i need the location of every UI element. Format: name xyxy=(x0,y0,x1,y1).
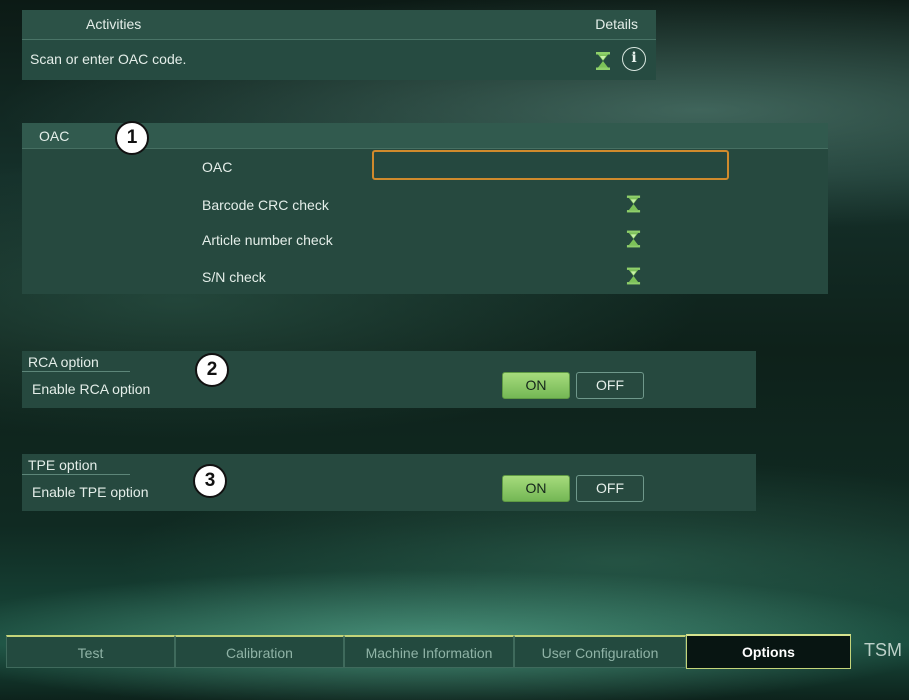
activity-row: Scan or enter OAC code. i xyxy=(22,40,656,80)
rca-option-title: RCA option xyxy=(28,354,99,370)
rca-toggle: ON OFF xyxy=(502,372,646,399)
enable-rca-option-label: Enable RCA option xyxy=(32,381,151,397)
oac-label: OAC xyxy=(202,159,233,175)
activities-column-header: Activities xyxy=(86,16,142,32)
rca-off-button[interactable]: OFF xyxy=(576,372,644,399)
tab-machine-information[interactable]: Machine Information xyxy=(344,635,514,668)
activities-header: Activities Details xyxy=(22,10,656,40)
sn-check-label: S/N check xyxy=(202,269,266,285)
article-number-check-label: Article number check xyxy=(202,232,333,248)
activity-message: Scan or enter OAC code. xyxy=(30,51,187,67)
tpe-option-section: TPE option Enable TPE option ON OFF xyxy=(22,454,756,511)
activities-panel: Activities Details Scan or enter OAC cod… xyxy=(22,10,656,80)
tab-user-configuration[interactable]: User Configuration xyxy=(514,635,686,668)
hourglass-icon xyxy=(595,52,611,73)
tab-options[interactable]: Options xyxy=(686,634,851,669)
tsm-brand-label: TSM xyxy=(864,640,902,660)
tab-calibration[interactable]: Calibration xyxy=(175,635,344,668)
hourglass-icon xyxy=(626,267,641,288)
tpe-on-button[interactable]: ON xyxy=(502,475,570,502)
tpe-option-title-underline: TPE option xyxy=(22,456,130,475)
callout-badge-3: 3 xyxy=(193,464,227,498)
tab-test[interactable]: Test xyxy=(6,635,175,668)
tpe-option-title: TPE option xyxy=(28,457,98,473)
callout-badge-1: 1 xyxy=(115,121,149,155)
rca-option-section: RCA option Enable RCA option ON OFF xyxy=(22,351,756,408)
oac-input[interactable] xyxy=(372,150,729,180)
rca-on-button[interactable]: ON xyxy=(502,372,570,399)
hourglass-icon xyxy=(626,195,641,216)
rca-option-title-underline: RCA option xyxy=(22,353,130,372)
details-column-header: Details xyxy=(595,16,638,32)
enable-tpe-option-label: Enable TPE option xyxy=(32,484,149,500)
hourglass-icon xyxy=(626,230,641,251)
barcode-crc-check-label: Barcode CRC check xyxy=(202,197,329,213)
callout-badge-2: 2 xyxy=(195,353,229,387)
info-icon[interactable]: i xyxy=(622,47,646,71)
bottom-tab-bar: Test Calibration Machine Information Use… xyxy=(6,634,909,669)
oac-section-title: OAC xyxy=(39,128,70,144)
tpe-toggle: ON OFF xyxy=(502,475,646,502)
tpe-off-button[interactable]: OFF xyxy=(576,475,644,502)
